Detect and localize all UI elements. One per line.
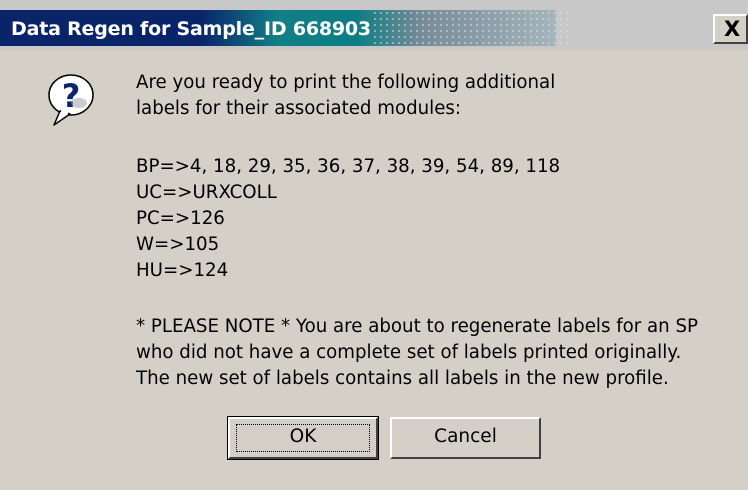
title-bar-texture (372, 10, 572, 46)
message-intro-line: labels for their associated modules: (136, 98, 462, 119)
module-line-hu: HU=>124 (136, 260, 229, 281)
module-line-uc: UC=>URXCOLL (136, 182, 277, 203)
cancel-button[interactable]: Cancel (390, 417, 541, 459)
help-question-glyph: ? (62, 77, 81, 115)
help-question-icon: ? (48, 74, 94, 126)
module-line-w: W=>105 (136, 234, 220, 255)
message-intro-line: Are you ready to print the following add… (136, 72, 556, 93)
title-bar[interactable]: Data Regen for Sample_ID 668903 X (0, 0, 748, 50)
close-icon: X (724, 17, 741, 41)
module-line-bp: BP=>4, 18, 29, 35, 36, 37, 38, 39, 54, 8… (136, 156, 561, 177)
note-line: who did not have a complete set of label… (136, 342, 682, 363)
note-line: * PLEASE NOTE * You are about to regener… (136, 316, 698, 337)
module-line-pc: PC=>126 (136, 208, 225, 229)
note-line: The new set of labels contains all label… (136, 368, 669, 389)
close-button[interactable]: X (713, 14, 748, 44)
dialog-window: Data Regen for Sample_ID 668903 X ? Are … (0, 0, 748, 490)
cancel-button-label: Cancel (434, 426, 497, 447)
ok-button[interactable]: OK (227, 416, 379, 460)
focus-rectangle (236, 424, 370, 452)
window-title: Data Regen for Sample_ID 668903 (11, 18, 371, 40)
